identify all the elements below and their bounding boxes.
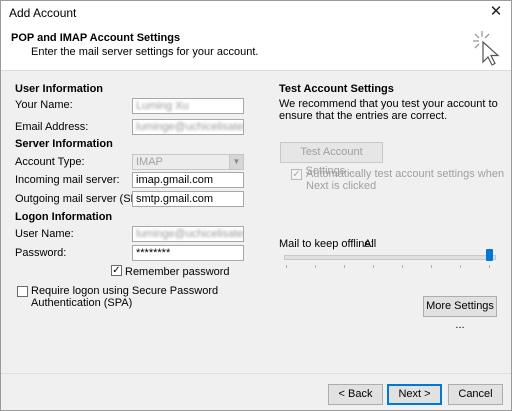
close-icon[interactable]: ✕ bbox=[487, 3, 505, 21]
user-info-heading: User Information bbox=[15, 83, 104, 95]
window-title: Add Account bbox=[9, 6, 77, 20]
offline-slider-track[interactable] bbox=[284, 255, 496, 260]
offline-label: Mail to keep offline: bbox=[279, 238, 374, 250]
incoming-server-field[interactable]: imap.gmail.com bbox=[132, 172, 244, 188]
slider-tick bbox=[315, 265, 316, 268]
account-type-select: IMAP ▼ bbox=[132, 154, 244, 170]
test-settings-heading: Test Account Settings bbox=[279, 83, 394, 95]
email-field[interactable]: luminge@uchicelisatemc.com bbox=[132, 119, 244, 135]
email-value: luminge@uchicelisatemc.com bbox=[136, 121, 244, 133]
your-name-value: Luming Xu bbox=[136, 100, 189, 112]
offline-value: All bbox=[364, 238, 377, 250]
more-settings-button[interactable]: More Settings ... bbox=[423, 296, 497, 331]
your-name-field[interactable]: Luming Xu bbox=[132, 98, 244, 114]
auto-test-checkbox[interactable]: ✓ bbox=[291, 169, 302, 180]
spa-label: Require logon using Secure Password Auth… bbox=[31, 285, 219, 309]
incoming-server-label: Incoming mail server: bbox=[15, 174, 120, 186]
chevron-down-icon: ▼ bbox=[229, 155, 243, 169]
account-type-label: Account Type: bbox=[15, 156, 85, 168]
dialog-header: POP and IMAP Account Settings Enter the … bbox=[1, 24, 511, 71]
title-bar: Add Account ✕ bbox=[1, 1, 511, 24]
header-title: POP and IMAP Account Settings bbox=[11, 32, 181, 44]
remember-password-checkbox[interactable]: ✓ bbox=[111, 265, 122, 276]
your-name-label: Your Name: bbox=[15, 99, 73, 111]
offline-slider-thumb[interactable] bbox=[486, 249, 493, 261]
slider-tick bbox=[286, 265, 287, 268]
logon-info-heading: Logon Information bbox=[15, 211, 113, 223]
slider-tick bbox=[344, 265, 345, 268]
email-label: Email Address: bbox=[15, 121, 89, 133]
slider-tick bbox=[489, 265, 490, 268]
test-settings-description: We recommend that you test your account … bbox=[279, 98, 498, 122]
back-button[interactable]: < Back bbox=[328, 384, 383, 405]
remember-password-label: Remember password bbox=[125, 266, 230, 278]
test-account-settings-button[interactable]: Test Account Settings ... bbox=[280, 142, 383, 177]
spa-checkbox[interactable] bbox=[17, 286, 28, 297]
cursor-click-icon bbox=[473, 31, 500, 66]
server-info-heading: Server Information bbox=[15, 138, 113, 150]
next-button[interactable]: Next > bbox=[387, 384, 442, 405]
slider-tick bbox=[431, 265, 432, 268]
password-field[interactable]: ******** bbox=[132, 245, 244, 261]
dialog-footer: < Back Next > Cancel bbox=[1, 373, 511, 410]
username-field[interactable]: luminge@uchicelisatemc.co bbox=[132, 226, 244, 242]
auto-test-label: Automatically test account settings when… bbox=[306, 168, 505, 192]
password-label: Password: bbox=[15, 247, 67, 259]
cancel-button[interactable]: Cancel bbox=[448, 384, 503, 405]
username-value: luminge@uchicelisatemc.co bbox=[136, 228, 244, 240]
add-account-dialog: Add Account ✕ POP and IMAP Account Setti… bbox=[0, 0, 512, 411]
slider-tick bbox=[402, 265, 403, 268]
header-subtitle: Enter the mail server settings for your … bbox=[31, 46, 259, 58]
username-label: User Name: bbox=[15, 228, 74, 240]
slider-tick bbox=[373, 265, 374, 268]
account-type-value: IMAP bbox=[136, 156, 163, 168]
slider-tick bbox=[460, 265, 461, 268]
outgoing-server-field[interactable]: smtp.gmail.com bbox=[132, 191, 244, 207]
